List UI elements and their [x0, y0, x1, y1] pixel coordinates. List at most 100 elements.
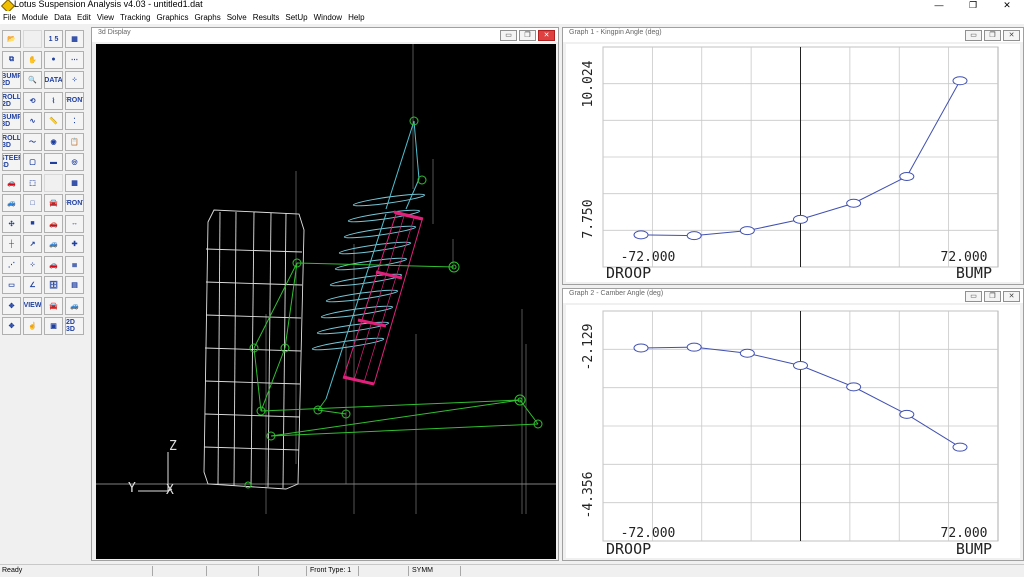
tyre-icon[interactable]: ◎: [65, 153, 84, 171]
roll-3d-icon[interactable]: ROLL 3D: [2, 132, 21, 151]
car-top-icon[interactable]: 🚗: [44, 214, 63, 233]
3d-viewport[interactable]: Z Y X: [96, 44, 556, 559]
menu-file[interactable]: File: [0, 11, 19, 24]
app-title: Lotus Suspension Analysis v4.03 - untitl…: [14, 0, 203, 9]
coord-icon[interactable]: ↗: [23, 235, 42, 253]
menu-graphics[interactable]: Graphics: [153, 11, 191, 24]
view-icon[interactable]: VIEW: [23, 296, 42, 315]
window-3d-display[interactable]: 3d Display ▭ ❐ ✕ Z Y X: [91, 27, 559, 561]
pan-arrows-icon[interactable]: ✥: [2, 296, 21, 315]
x-left-title: DROOP: [606, 264, 651, 282]
ruler-icon[interactable]: 📏: [44, 112, 63, 130]
menu-view[interactable]: View: [94, 11, 117, 24]
numbers-icon[interactable]: 1 5: [44, 30, 63, 48]
data-point: [739, 226, 755, 236]
window-graph-1[interactable]: Graph 1 - Kingpin Angle (deg) ▭ ❐ ✕ 10.0…: [562, 27, 1024, 285]
axis-icon[interactable]: ┼: [2, 235, 21, 253]
car-pair-icon[interactable]: 🚗: [44, 255, 63, 274]
pointer-icon[interactable]: ☝: [23, 317, 42, 335]
menu-solve[interactable]: Solve: [224, 11, 250, 24]
menu-results[interactable]: Results: [250, 11, 283, 24]
car-side-icon[interactable]: 🚙: [2, 194, 21, 212]
data-list-icon[interactable]: DATA: [44, 71, 63, 89]
bump-3d-icon[interactable]: BUMP 3D: [2, 112, 21, 130]
scatter-icon[interactable]: ⁘: [65, 71, 84, 89]
window-title: Graph 2 - Camber Angle (deg): [569, 290, 664, 297]
copy-files-icon[interactable]: ⧉: [2, 50, 21, 69]
menu-setup[interactable]: SetUp: [282, 11, 310, 24]
move-arrows-icon[interactable]: ✥: [2, 317, 21, 335]
hand-pan-icon[interactable]: ✋: [23, 50, 42, 69]
restore-icon[interactable]: ❐: [956, 0, 990, 11]
rotate-icon[interactable]: ⟲: [23, 91, 42, 110]
cross-icon[interactable]: ✚: [65, 235, 84, 253]
stack-icon[interactable]: ≣: [65, 255, 84, 274]
box-outline-icon[interactable]: □: [23, 194, 42, 212]
point-icon[interactable]: ●: [44, 50, 63, 69]
menu-help[interactable]: Help: [345, 11, 367, 24]
grid-toggle-icon[interactable]: ▦: [65, 173, 84, 192]
dim-icon[interactable]: ⁚: [65, 112, 84, 130]
minimize-icon[interactable]: ▭: [500, 30, 517, 41]
stamp-icon[interactable]: ▣: [44, 317, 63, 335]
dimensions-icon[interactable]: ▤: [65, 276, 84, 294]
front-shape-icon[interactable]: FRONT: [65, 194, 84, 212]
car-front-icon[interactable]: 🚗: [2, 173, 21, 192]
close-icon[interactable]: ✕: [538, 30, 555, 41]
grid-view-icon[interactable]: ▦: [65, 30, 84, 48]
car-grey-icon[interactable]: 🚘: [44, 296, 63, 315]
curve-icon[interactable]: ∿: [23, 112, 42, 130]
menu-tracking[interactable]: Tracking: [117, 11, 153, 24]
menu-edit[interactable]: Edit: [74, 11, 94, 24]
menu-window[interactable]: Window: [311, 11, 345, 24]
menu-graphs[interactable]: Graphs: [191, 11, 223, 24]
database-icon[interactable]: 🗄: [44, 276, 63, 294]
menu-module[interactable]: Module: [19, 11, 51, 24]
minimize-icon[interactable]: ▭: [965, 30, 982, 41]
graph-2-plot[interactable]: -2.129 -4.356 -72.000 72.000 DROOP BUMP: [566, 305, 1020, 558]
close-icon[interactable]: ✕: [1003, 30, 1020, 41]
menu-bar: File Module Data Edit View Tracking Graphics Gr…: [0, 11, 1024, 24]
wave-icon[interactable]: 〜: [23, 132, 42, 151]
green-cube-icon[interactable]: ■: [23, 214, 42, 233]
restore-icon[interactable]: ❐: [984, 291, 1001, 302]
cube-icon[interactable]: ▢: [23, 153, 42, 171]
window-graph-2[interactable]: Graph 2 - Camber Angle (deg) ▭ ❐ ✕ -2.12…: [562, 288, 1024, 561]
restore-icon[interactable]: ❐: [519, 30, 536, 41]
menu-data[interactable]: Data: [51, 11, 74, 24]
car-small-icon[interactable]: 🚘: [44, 194, 63, 212]
close-icon[interactable]: ✕: [990, 0, 1024, 11]
roll-2d-icon[interactable]: ROLL 2D: [2, 91, 21, 110]
link-icon[interactable]: ▬: [44, 153, 63, 171]
axis-y-label: Y: [128, 481, 136, 496]
car-arrow-icon[interactable]: 🚙: [65, 296, 84, 315]
data-point: [739, 348, 755, 358]
open-folder-icon[interactable]: 📂: [2, 30, 21, 48]
notes-icon[interactable]: 📋: [65, 132, 84, 151]
angle-icon[interactable]: ∠: [23, 276, 42, 294]
blank-icon[interactable]: [23, 30, 42, 48]
x-min-label: -72.000: [621, 250, 676, 265]
dots-icon[interactable]: ⋯: [65, 50, 84, 69]
bump-shape-icon[interactable]: ↔: [65, 214, 84, 233]
blank-icon[interactable]: [44, 173, 63, 192]
move-icon[interactable]: ✣: [2, 214, 21, 233]
minimize-icon[interactable]: ▭: [965, 291, 982, 302]
x-right-title: BUMP: [956, 264, 992, 282]
front-view-icon[interactable]: FRONT: [65, 91, 84, 110]
steer-3d-icon[interactable]: STEER 3D: [2, 153, 21, 171]
box-icon[interactable]: ⬚: [23, 173, 42, 192]
wheel-icon[interactable]: ◉: [44, 132, 63, 151]
dotted-scatter-icon[interactable]: ⁘: [23, 255, 42, 274]
minimize-icon[interactable]: —: [922, 0, 956, 11]
zoom-icon[interactable]: 🔍: [23, 71, 42, 89]
spring-icon[interactable]: ⌇: [44, 91, 63, 110]
bump-2d-icon[interactable]: BUMP 2D: [2, 71, 21, 89]
close-icon[interactable]: ✕: [1003, 291, 1020, 302]
car-rear-icon[interactable]: 🚙: [44, 235, 63, 253]
restore-icon[interactable]: ❐: [984, 30, 1001, 41]
dotted-line-icon[interactable]: ⋰: [2, 255, 21, 274]
graph-1-plot[interactable]: 10.024 7.750 -72.000 72.000 DROOP BUMP: [566, 44, 1020, 282]
toggle-2d-3d-icon[interactable]: 2D 3D: [65, 317, 84, 335]
screen-icon[interactable]: ▭: [2, 276, 21, 294]
